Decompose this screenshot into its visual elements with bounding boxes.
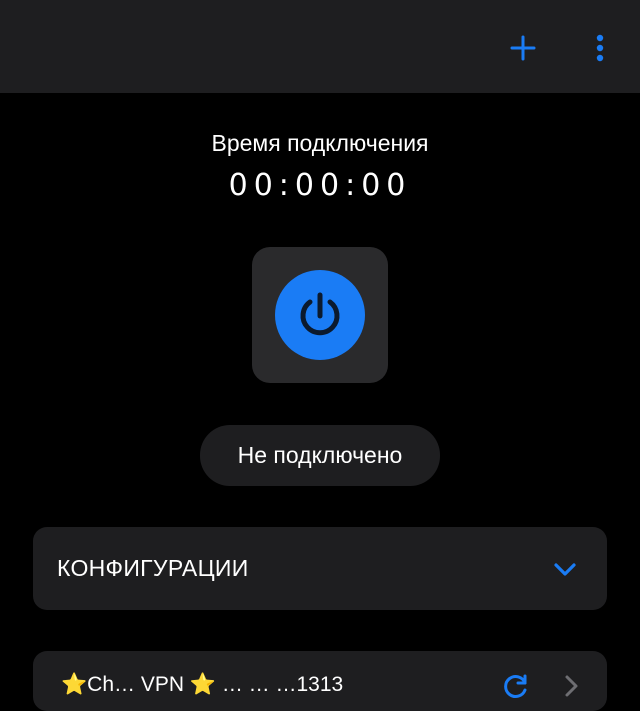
chevron-right-icon [565, 675, 578, 697]
connection-timer: 00:00:00 [228, 168, 412, 203]
top-app-bar [0, 0, 640, 93]
more-vertical-icon [596, 34, 604, 62]
power-tile [252, 247, 388, 383]
more-options-button[interactable] [588, 30, 612, 66]
connection-status-badge: Не подключено [200, 425, 440, 486]
plus-icon [510, 35, 536, 61]
configurations-dropdown[interactable]: КОНФИГУРАЦИИ [33, 527, 607, 610]
connection-time-label: Время подключения [211, 130, 429, 156]
power-icon [300, 292, 340, 336]
power-button[interactable] [275, 270, 365, 360]
add-button[interactable] [506, 32, 540, 64]
chevron-down-icon [554, 563, 576, 576]
connection-status-text: Не подключено [237, 442, 403, 468]
server-card[interactable]: ⭐Ch… VPN ⭐ … … …1313 [33, 651, 607, 711]
configurations-title: КОНФИГУРАЦИИ [57, 555, 249, 581]
refresh-icon[interactable] [501, 671, 531, 701]
server-name: ⭐Ch… VPN ⭐ … … …1313 [61, 673, 344, 696]
